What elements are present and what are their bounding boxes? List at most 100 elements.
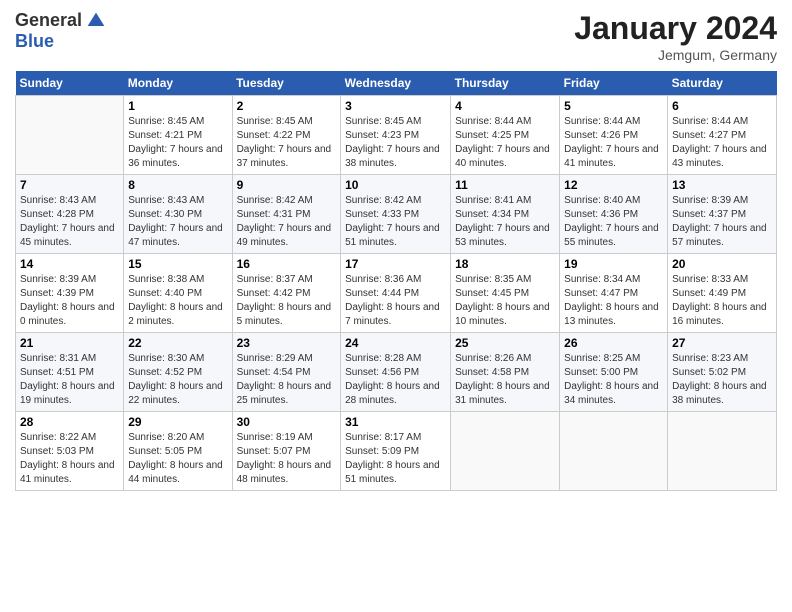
day-info: Sunrise: 8:45 AM Sunset: 4:23 PM Dayligh… bbox=[345, 115, 446, 171]
header-thursday: Thursday bbox=[451, 71, 560, 96]
day-number: 30 bbox=[237, 415, 337, 429]
day-info: Sunrise: 8:37 AM Sunset: 4:42 PM Dayligh… bbox=[237, 273, 337, 329]
calendar-cell: 8 Sunrise: 8:43 AM Sunset: 4:30 PM Daylig… bbox=[124, 175, 232, 254]
calendar-cell: 14 Sunrise: 8:39 AM Sunset: 4:39 PM Dayli… bbox=[16, 254, 124, 333]
day-info: Sunrise: 8:43 AM Sunset: 4:30 PM Dayligh… bbox=[128, 194, 227, 250]
calendar-cell: 5 Sunrise: 8:44 AM Sunset: 4:26 PM Daylig… bbox=[560, 96, 668, 175]
header-wednesday: Wednesday bbox=[341, 71, 451, 96]
day-number: 7 bbox=[20, 178, 119, 192]
day-info: Sunrise: 8:42 AM Sunset: 4:31 PM Dayligh… bbox=[237, 194, 337, 250]
calendar-cell: 13Sunrise: 8:39 AM Sunset: 4:37 PM Dayli… bbox=[668, 175, 777, 254]
day-number: 22 bbox=[128, 336, 227, 350]
day-number: 27 bbox=[672, 336, 772, 350]
day-number: 18 bbox=[455, 257, 555, 271]
day-number: 26 bbox=[564, 336, 663, 350]
day-number: 21 bbox=[20, 336, 119, 350]
day-info: Sunrise: 8:36 AM Sunset: 4:44 PM Dayligh… bbox=[345, 273, 446, 329]
header-tuesday: Tuesday bbox=[232, 71, 341, 96]
header-sunday: Sunday bbox=[16, 71, 124, 96]
day-info: Sunrise: 8:17 AM Sunset: 5:09 PM Dayligh… bbox=[345, 431, 446, 487]
calendar-cell: 15 Sunrise: 8:38 AM Sunset: 4:40 PM Dayli… bbox=[124, 254, 232, 333]
day-info: Sunrise: 8:44 AM Sunset: 4:27 PM Dayligh… bbox=[672, 115, 772, 171]
day-number: 25 bbox=[455, 336, 555, 350]
calendar-cell: 30 Sunrise: 8:19 AM Sunset: 5:07 PM Dayli… bbox=[232, 412, 341, 491]
day-number: 28 bbox=[20, 415, 119, 429]
day-number: 6 bbox=[672, 99, 772, 113]
calendar-cell bbox=[560, 412, 668, 491]
day-info: Sunrise: 8:28 AM Sunset: 4:56 PM Dayligh… bbox=[345, 352, 446, 408]
day-info: Sunrise: 8:45 AM Sunset: 4:22 PM Dayligh… bbox=[237, 115, 337, 171]
calendar-cell: 18 Sunrise: 8:35 AM Sunset: 4:45 PM Dayli… bbox=[451, 254, 560, 333]
day-number: 24 bbox=[345, 336, 446, 350]
day-number: 16 bbox=[237, 257, 337, 271]
calendar-cell: 4 Sunrise: 8:44 AM Sunset: 4:25 PM Daylig… bbox=[451, 96, 560, 175]
calendar-cell: 27 Sunrise: 8:23 AM Sunset: 5:02 PM Dayli… bbox=[668, 333, 777, 412]
calendar-cell: 6 Sunrise: 8:44 AM Sunset: 4:27 PM Daylig… bbox=[668, 96, 777, 175]
day-info: Sunrise: 8:30 AM Sunset: 4:52 PM Dayligh… bbox=[128, 352, 227, 408]
day-info: Sunrise: 8:44 AM Sunset: 4:26 PM Dayligh… bbox=[564, 115, 663, 171]
day-number: 14 bbox=[20, 257, 119, 271]
calendar-cell: 20 Sunrise: 8:33 AM Sunset: 4:49 PM Dayli… bbox=[668, 254, 777, 333]
day-info: Sunrise: 8:43 AM Sunset: 4:28 PM Dayligh… bbox=[20, 194, 119, 250]
day-number: 5 bbox=[564, 99, 663, 113]
day-number: 15 bbox=[128, 257, 227, 271]
calendar-table: Sunday Monday Tuesday Wednesday Thursday… bbox=[15, 71, 777, 491]
day-number: 4 bbox=[455, 99, 555, 113]
calendar-cell: 25Sunrise: 8:26 AM Sunset: 4:58 PM Dayli… bbox=[451, 333, 560, 412]
day-info: Sunrise: 8:31 AM Sunset: 4:51 PM Dayligh… bbox=[20, 352, 119, 408]
day-info: Sunrise: 8:33 AM Sunset: 4:49 PM Dayligh… bbox=[672, 273, 772, 329]
calendar-cell: 12Sunrise: 8:40 AM Sunset: 4:36 PM Dayli… bbox=[560, 175, 668, 254]
day-info: Sunrise: 8:39 AM Sunset: 4:39 PM Dayligh… bbox=[20, 273, 119, 329]
title-section: January 2024 Jemgum, Germany bbox=[574, 10, 777, 63]
month-year: January 2024 bbox=[574, 10, 777, 47]
day-info: Sunrise: 8:41 AM Sunset: 4:34 PM Dayligh… bbox=[455, 194, 555, 250]
logo-general-text: General bbox=[15, 10, 82, 31]
day-info: Sunrise: 8:19 AM Sunset: 5:07 PM Dayligh… bbox=[237, 431, 337, 487]
calendar-cell: 28 Sunrise: 8:22 AM Sunset: 5:03 PM Dayli… bbox=[16, 412, 124, 491]
calendar-cell: 17 Sunrise: 8:36 AM Sunset: 4:44 PM Dayli… bbox=[341, 254, 451, 333]
calendar-cell: 10Sunrise: 8:42 AM Sunset: 4:33 PM Dayli… bbox=[341, 175, 451, 254]
header-friday: Friday bbox=[560, 71, 668, 96]
calendar-cell: 21 Sunrise: 8:31 AM Sunset: 4:51 PM Dayli… bbox=[16, 333, 124, 412]
day-info: Sunrise: 8:34 AM Sunset: 4:47 PM Dayligh… bbox=[564, 273, 663, 329]
calendar-cell: 29Sunrise: 8:20 AM Sunset: 5:05 PM Dayli… bbox=[124, 412, 232, 491]
day-number: 9 bbox=[237, 178, 337, 192]
day-info: Sunrise: 8:22 AM Sunset: 5:03 PM Dayligh… bbox=[20, 431, 119, 487]
day-info: Sunrise: 8:25 AM Sunset: 5:00 PM Dayligh… bbox=[564, 352, 663, 408]
day-number: 8 bbox=[128, 178, 227, 192]
calendar-cell: 7 Sunrise: 8:43 AM Sunset: 4:28 PM Daylig… bbox=[16, 175, 124, 254]
day-info: Sunrise: 8:44 AM Sunset: 4:25 PM Dayligh… bbox=[455, 115, 555, 171]
calendar-cell: 23Sunrise: 8:29 AM Sunset: 4:54 PM Dayli… bbox=[232, 333, 341, 412]
header-monday: Monday bbox=[124, 71, 232, 96]
day-info: Sunrise: 8:38 AM Sunset: 4:40 PM Dayligh… bbox=[128, 273, 227, 329]
calendar-cell bbox=[451, 412, 560, 491]
day-number: 3 bbox=[345, 99, 446, 113]
calendar-cell: 24 Sunrise: 8:28 AM Sunset: 4:56 PM Dayli… bbox=[341, 333, 451, 412]
header: General Blue January 2024 Jemgum, German… bbox=[15, 10, 777, 63]
calendar-week-row-2: 7 Sunrise: 8:43 AM Sunset: 4:28 PM Daylig… bbox=[16, 175, 777, 254]
calendar-week-row-5: 28 Sunrise: 8:22 AM Sunset: 5:03 PM Dayli… bbox=[16, 412, 777, 491]
calendar-cell: 31 Sunrise: 8:17 AM Sunset: 5:09 PM Dayli… bbox=[341, 412, 451, 491]
calendar-cell: 3 Sunrise: 8:45 AM Sunset: 4:23 PM Daylig… bbox=[341, 96, 451, 175]
day-number: 23 bbox=[237, 336, 337, 350]
day-info: Sunrise: 8:35 AM Sunset: 4:45 PM Dayligh… bbox=[455, 273, 555, 329]
calendar-cell: 19Sunrise: 8:34 AM Sunset: 4:47 PM Dayli… bbox=[560, 254, 668, 333]
day-number: 29 bbox=[128, 415, 227, 429]
calendar-cell: 26 Sunrise: 8:25 AM Sunset: 5:00 PM Dayli… bbox=[560, 333, 668, 412]
day-number: 1 bbox=[128, 99, 227, 113]
calendar-cell bbox=[16, 96, 124, 175]
calendar-cell bbox=[668, 412, 777, 491]
calendar-week-row-4: 21 Sunrise: 8:31 AM Sunset: 4:51 PM Dayli… bbox=[16, 333, 777, 412]
day-number: 31 bbox=[345, 415, 446, 429]
calendar-cell: 11Sunrise: 8:41 AM Sunset: 4:34 PM Dayli… bbox=[451, 175, 560, 254]
location: Jemgum, Germany bbox=[574, 47, 777, 63]
day-info: Sunrise: 8:23 AM Sunset: 5:02 PM Dayligh… bbox=[672, 352, 772, 408]
logo-blue-text: Blue bbox=[15, 31, 54, 52]
day-number: 17 bbox=[345, 257, 446, 271]
calendar-week-row-1: 1Sunrise: 8:45 AM Sunset: 4:21 PM Daylig… bbox=[16, 96, 777, 175]
day-number: 10 bbox=[345, 178, 446, 192]
day-number: 12 bbox=[564, 178, 663, 192]
day-number: 20 bbox=[672, 257, 772, 271]
logo-icon bbox=[86, 11, 106, 31]
page-container: General Blue January 2024 Jemgum, German… bbox=[0, 0, 792, 496]
